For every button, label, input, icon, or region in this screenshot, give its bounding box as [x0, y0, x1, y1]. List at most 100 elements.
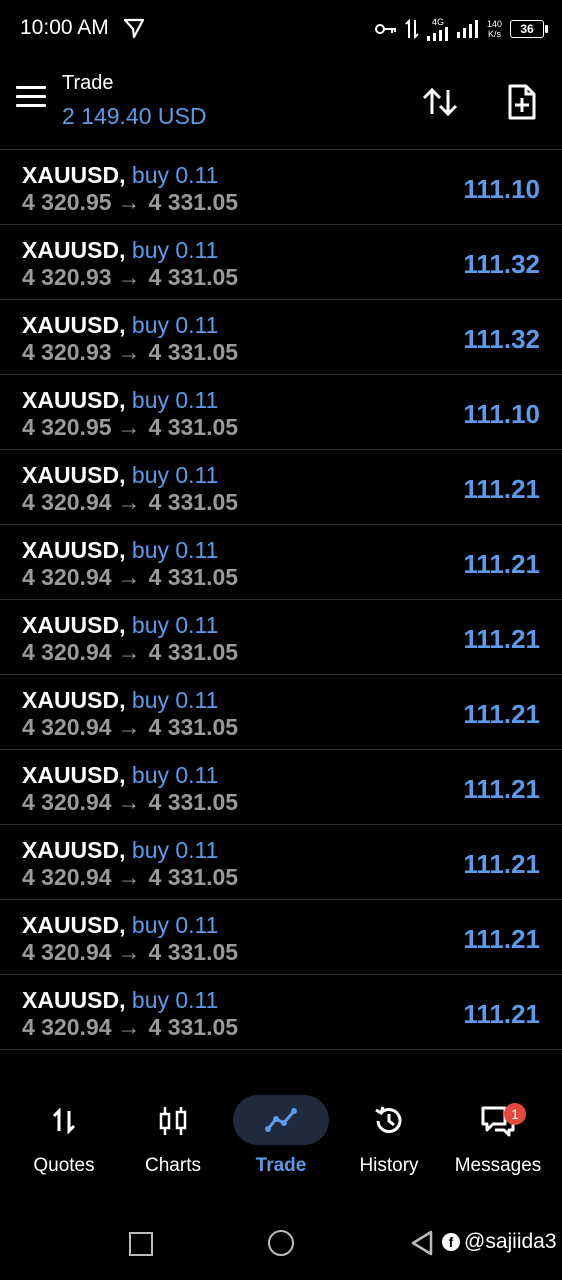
- position-prices: 4 320.94 → 4 331.05: [22, 1014, 238, 1041]
- recents-icon[interactable]: [129, 1232, 153, 1256]
- position-prices: 4 320.94 → 4 331.05: [22, 939, 238, 966]
- position-row[interactable]: XAUUSD, buy 0.11 4 320.94 → 4 331.05 111.21: [0, 525, 562, 600]
- nav-trade-active-pill: [233, 1094, 329, 1145]
- position-prices: 4 320.93 → 4 331.05: [22, 339, 238, 366]
- nav-messages[interactable]: 1 Messages: [442, 1099, 554, 1177]
- open-price: 4 320.94: [22, 489, 112, 515]
- position-row[interactable]: XAUUSD, buy 0.11 4 320.94 → 4 331.05 111.21: [0, 975, 562, 1050]
- position-profit: 111.21: [463, 624, 540, 654]
- open-price: 4 320.93: [22, 264, 112, 290]
- open-price: 4 320.94: [22, 864, 112, 890]
- position-row[interactable]: XAUUSD, buy 0.11 4 320.94 → 4 331.05 111.21: [0, 600, 562, 675]
- position-direction: buy 0.11: [131, 162, 219, 188]
- price-arrow-icon: →: [117, 339, 141, 365]
- position-profit: 111.21: [463, 474, 540, 504]
- facebook-icon: f: [442, 1233, 460, 1251]
- nav-charts-label: Charts: [145, 1155, 201, 1176]
- position-symbol: XAUUSD,: [22, 237, 126, 263]
- navigation-arrow-icon: [123, 18, 145, 39]
- position-row[interactable]: XAUUSD, buy 0.11 4 320.93 → 4 331.05 111.32: [0, 225, 562, 300]
- price-arrow-icon: →: [118, 138, 141, 140]
- position-profit: 111.21: [463, 924, 540, 954]
- new-document-icon[interactable]: [502, 82, 542, 122]
- position-direction: buy 0.11: [131, 987, 219, 1013]
- nav-charts[interactable]: Charts: [117, 1099, 229, 1177]
- position-row[interactable]: XAUUSD, buy 0.11 4 320.94 → 4 331.05 111.21: [0, 750, 562, 825]
- position-symbol-line: XAUUSD, buy 0.11: [22, 987, 218, 1014]
- position-direction: buy 0.11: [131, 762, 219, 788]
- position-profit: 111.21: [463, 849, 540, 879]
- position-profit: 111.21: [463, 549, 540, 579]
- signal-bars-2-icon: [456, 20, 478, 38]
- sort-arrows-icon[interactable]: [420, 82, 460, 122]
- back-icon[interactable]: [410, 1230, 434, 1256]
- position-prices: 4 320.94 → 4 331.05: [22, 789, 238, 816]
- current-price: 4 331.05: [148, 564, 239, 590]
- positions-list[interactable]: XAUUSD, buy 0.11 4 320.95 → 4 331.05 111.10 X…: [0, 138, 562, 1071]
- price-arrow-icon: →: [117, 264, 141, 290]
- position-prices: 4 320.94 → 4 331.05: [22, 489, 238, 516]
- price-arrow-icon: →: [117, 864, 141, 890]
- speed-unit: K/s: [487, 29, 501, 39]
- position-row[interactable]: XAUUSD, buy 0.11 4 320.94 → 4 331.05 111.21: [0, 900, 562, 975]
- data-transfer-icon: [405, 18, 419, 40]
- position-symbol: XAUUSD,: [22, 687, 126, 713]
- position-row[interactable]: XAUUSD, buy 0.11 4 320.94 → 4 331.05 111.21: [0, 675, 562, 750]
- open-price: 4 320.94: [22, 789, 112, 815]
- position-symbol-line: XAUUSD, buy 0.11: [22, 462, 218, 489]
- position-profit: 111.10: [463, 399, 540, 429]
- open-price: 4 320.95: [22, 414, 112, 440]
- candlestick-chart-icon: [159, 1107, 187, 1135]
- position-direction: buy 0.11: [131, 612, 219, 638]
- hamburger-icon[interactable]: [16, 86, 46, 110]
- nav-history[interactable]: History: [333, 1099, 445, 1177]
- position-row[interactable]: XAUUSD, buy 0.114 320.95→4 331.05111.10: [0, 375, 562, 450]
- nav-quotes[interactable]: Quotes: [8, 1099, 120, 1177]
- position-symbol-line: XAUUSD, buy 0.11: [22, 237, 218, 264]
- speed-value: 140: [486, 19, 502, 29]
- price-arrow-icon: →: [117, 639, 141, 665]
- app-header: Trade 2 149.40 USD: [0, 58, 562, 138]
- position-row[interactable]: XAUUSD, buy 0.114 320.95→4 331.05111.10: [0, 150, 562, 225]
- current-price: 4 331.05: [148, 789, 239, 815]
- account-balance: 2 149.40 USD: [62, 103, 207, 129]
- position-symbol-line: XAUUSD, buy 0.11: [22, 162, 218, 189]
- current-price: 4 331.05: [148, 414, 239, 440]
- open-price: 4 320.94: [22, 564, 112, 590]
- position-symbol: XAUUSD,: [22, 912, 126, 938]
- price-arrow-icon: →: [117, 564, 141, 590]
- watermark-text: @sajiida3: [464, 1230, 557, 1253]
- price-arrow-icon: →: [117, 789, 141, 815]
- position-direction: buy 0.11: [131, 462, 219, 488]
- position-row[interactable]: XAUUSD, buy 0.11 4 320.94 → 4 331.05 111.21: [0, 450, 562, 525]
- price-arrow-icon: →: [117, 414, 141, 440]
- position-symbol-line: XAUUSD, buy 0.11: [22, 612, 218, 639]
- trade-trend-icon: [265, 1107, 297, 1132]
- vpn-key-icon: [374, 24, 396, 34]
- position-symbol-line: XAUUSD, buy 0.11: [22, 537, 218, 564]
- quotes-icon: [52, 1107, 76, 1135]
- current-price: 4 331.05: [148, 714, 239, 740]
- position-profit: 111.10: [463, 174, 540, 204]
- open-price: 4 320.94: [22, 1014, 112, 1040]
- position-profit: 111.21: [463, 699, 540, 729]
- position-row[interactable]: XAUUSD, buy 0.11 4 320.93 → 4 331.05 111.32: [0, 300, 562, 375]
- system-navigation-bar: f @sajiida3: [0, 1200, 562, 1280]
- nav-trade[interactable]: Trade: [225, 1094, 337, 1177]
- current-price: 4 331.05: [148, 639, 239, 665]
- position-profit: 111.21: [463, 999, 540, 1029]
- page-title: Trade: [62, 72, 114, 94]
- current-price: 4 331.05: [148, 939, 239, 965]
- position-row[interactable]: XAUUSD, buy 0.114 320.95→4 331.05111.10: [0, 138, 562, 150]
- position-symbol: XAUUSD,: [22, 162, 126, 188]
- position-prices: 4 320.94 → 4 331.05: [22, 564, 238, 591]
- current-price: 4 331.05: [148, 189, 239, 215]
- nav-quotes-label: Quotes: [33, 1155, 95, 1176]
- home-icon[interactable]: [268, 1230, 294, 1256]
- position-prices: 4 320.94 → 4 331.05: [22, 639, 238, 666]
- current-price: 4 331.05: [148, 339, 239, 365]
- position-prices: 4 320.94 → 4 331.05: [22, 714, 238, 741]
- position-row[interactable]: XAUUSD, buy 0.11 4 320.94 → 4 331.05 111.21: [0, 825, 562, 900]
- position-direction: buy 0.11: [131, 687, 219, 713]
- messages-badge: 1: [504, 1103, 526, 1125]
